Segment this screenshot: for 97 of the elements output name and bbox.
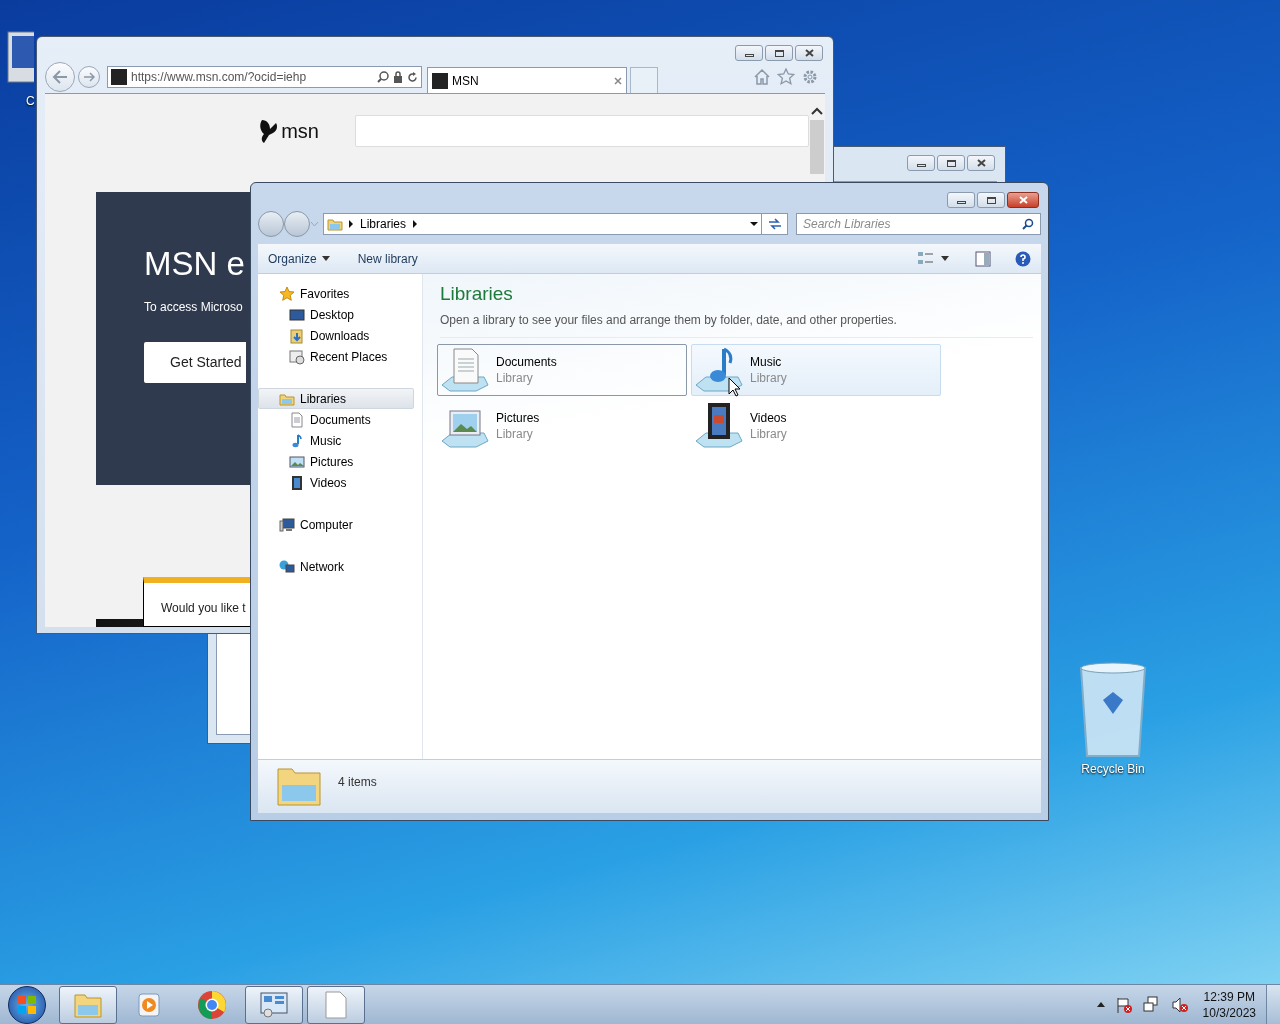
search-icon xyxy=(377,71,389,83)
caret-up-icon[interactable] xyxy=(1096,1002,1105,1007)
msn-favicon xyxy=(432,72,448,89)
nav-item[interactable]: Downloads xyxy=(258,325,414,346)
preview-pane-icon[interactable] xyxy=(975,250,991,267)
close-icon xyxy=(1018,196,1028,204)
refresh-icon xyxy=(407,71,418,83)
library-folder-icon xyxy=(327,216,343,232)
library-type: Library xyxy=(750,369,787,386)
page-description: Open a library to see your files and arrange them by folder, date, and other properties. xyxy=(440,310,1033,338)
maximize-button[interactable] xyxy=(937,155,965,171)
windows-logo-icon xyxy=(17,994,37,1015)
computer-icon xyxy=(279,516,295,533)
star-icon[interactable] xyxy=(777,68,795,86)
nav-item[interactable]: Favorites xyxy=(258,283,414,304)
library-tile[interactable]: Music Library xyxy=(691,343,941,396)
desktop-icon-label: Recycle Bin xyxy=(1081,761,1145,778)
desktop-icon-label: C xyxy=(26,93,35,110)
nav-item[interactable]: Libraries xyxy=(258,388,414,409)
library-name: Pictures xyxy=(496,409,540,426)
toolbar-button[interactable]: New library xyxy=(357,249,418,268)
library-type: Library xyxy=(750,425,787,442)
butterfly-logo-icon xyxy=(259,118,280,144)
library-tile[interactable]: Documents Library xyxy=(437,343,687,396)
taskbar-button[interactable] xyxy=(59,985,117,1024)
nav-item[interactable]: Computer xyxy=(258,514,414,535)
left-arrow-icon xyxy=(52,70,68,84)
msn-favicon xyxy=(111,69,127,85)
library-tile[interactable]: Videos Library xyxy=(691,399,941,452)
taskbar-button[interactable] xyxy=(307,985,365,1024)
close-button[interactable] xyxy=(1007,192,1039,208)
clock[interactable]: 12:39 PM 10/3/2023 xyxy=(1202,988,1256,1021)
minimize-button[interactable] xyxy=(907,155,935,171)
chevron-right-icon[interactable] xyxy=(346,220,356,228)
star-icon xyxy=(279,285,295,302)
search-placeholder: Search Libraries xyxy=(803,216,892,233)
breadcrumb-item[interactable]: Libraries xyxy=(356,215,411,233)
film-strip-icon xyxy=(289,474,305,491)
taskbar-button[interactable] xyxy=(245,985,303,1024)
item-count: 4 items xyxy=(338,774,377,791)
nav-item[interactable]: Pictures xyxy=(258,451,414,472)
logo-text: msn xyxy=(281,119,319,144)
flag-icon[interactable] xyxy=(1114,995,1133,1014)
toolbar-button[interactable]: Organize xyxy=(268,249,330,268)
hero-heading: MSN e xyxy=(144,244,245,284)
minimize-button[interactable] xyxy=(735,45,763,61)
caret-up-icon[interactable] xyxy=(811,106,823,116)
maximize-button[interactable] xyxy=(977,192,1005,208)
lock-icon xyxy=(393,71,403,83)
caret-down-icon[interactable] xyxy=(941,256,949,261)
banner-text: Would you like t xyxy=(161,601,246,615)
nav-item[interactable]: Network xyxy=(258,556,414,577)
back-button[interactable] xyxy=(45,62,75,92)
address-bar[interactable]: Libraries xyxy=(323,213,788,235)
library-type: Library xyxy=(496,369,534,386)
nav-item[interactable]: Music xyxy=(258,430,414,451)
help-icon[interactable] xyxy=(1015,250,1031,267)
close-icon[interactable] xyxy=(614,76,622,85)
recent-places-icon xyxy=(289,348,305,365)
scroll-thumb[interactable] xyxy=(810,120,824,174)
start-button[interactable] xyxy=(8,985,46,1024)
address-bar[interactable]: https://www.msn.com/?ocid=iehp xyxy=(107,66,422,88)
url-text: https://www.msn.com/?ocid=iehp xyxy=(131,69,308,86)
speaker-muted-icon[interactable] xyxy=(1170,995,1189,1014)
network-icon[interactable] xyxy=(1142,995,1161,1014)
page-heading: Libraries xyxy=(440,282,514,306)
desktop-icon xyxy=(289,306,305,323)
nav-item[interactable]: Documents xyxy=(258,409,414,430)
search-icon xyxy=(1022,218,1034,230)
document-icon xyxy=(289,411,305,428)
close-button[interactable] xyxy=(795,45,823,61)
hero-text: To access Microso xyxy=(144,299,243,316)
tab-title: MSN xyxy=(452,72,480,90)
nav-item[interactable]: Recent Places xyxy=(258,346,414,367)
nav-item[interactable]: Videos xyxy=(258,472,414,493)
get-started-button[interactable]: Get Started xyxy=(144,342,246,383)
show-desktop-button[interactable] xyxy=(1266,985,1280,1024)
close-icon xyxy=(976,159,986,167)
search-field[interactable]: Search Libraries xyxy=(796,213,1041,235)
library-name: Documents xyxy=(496,353,557,370)
right-arrow-icon xyxy=(83,72,95,82)
refresh-icon[interactable] xyxy=(766,218,783,230)
search-field[interactable] xyxy=(355,115,809,147)
network-icon xyxy=(279,558,295,575)
close-button[interactable] xyxy=(967,155,995,171)
maximize-button[interactable] xyxy=(765,45,793,61)
library-type: Library xyxy=(496,425,534,442)
library-name: Videos xyxy=(750,409,787,426)
chrome-icon xyxy=(196,988,228,1021)
minimize-button[interactable] xyxy=(947,192,975,208)
mouse-pointer-icon xyxy=(728,377,740,397)
library-tile[interactable]: Pictures Library xyxy=(437,399,687,452)
nav-item[interactable]: Desktop xyxy=(258,304,414,325)
library-name: Music xyxy=(750,353,783,370)
picture-icon xyxy=(289,453,305,470)
browser-tab[interactable]: MSN xyxy=(427,67,627,93)
close-icon xyxy=(804,49,814,57)
